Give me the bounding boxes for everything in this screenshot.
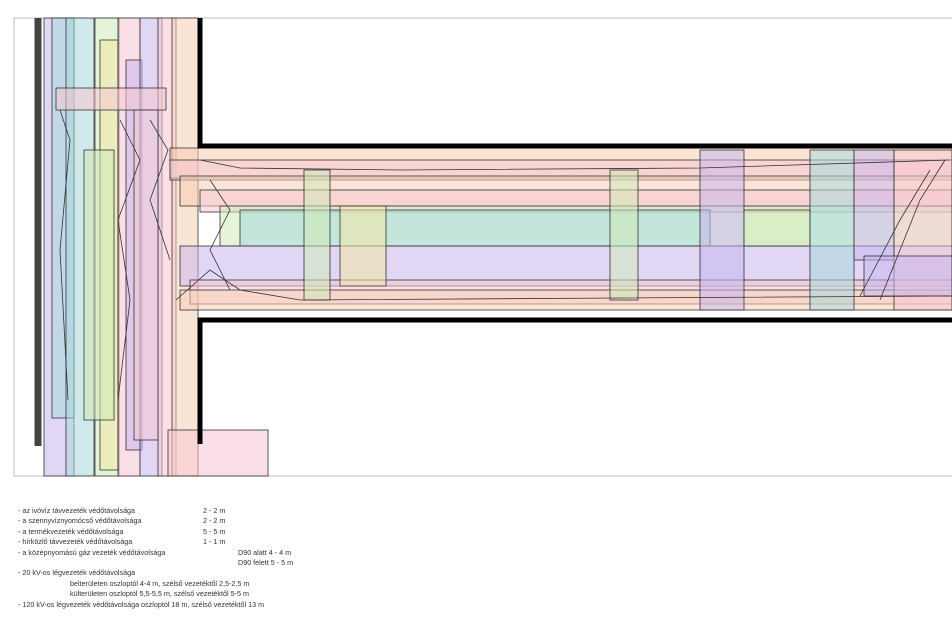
zone-band [303,169,331,301]
legend: - az ivóvíz távvezeték védőtávolsága 2 -… [18,506,578,610]
zone-band [167,429,269,477]
legend-label: - a középnyomású gáz vezeték védőtávolsá… [18,547,166,557]
legend-value: 2 - 2 m [203,506,226,515]
legend-label: - 20 kV-os légvezeték védőtávolsága [18,568,136,578]
legend-row-gas-2: D90 felett 5 - 5 m [18,558,578,568]
legend-label: - az ivóvíz távvezeték védőtávolsága [18,506,136,515]
legend-label: - 120 kV-os légvezeték védőtávolsága osz… [18,599,265,609]
zone-band [83,149,115,421]
legend-value: 5 - 5 m [203,526,226,536]
legend-row-20kv-inner: belterületen oszloptól 4-4 m, szélső vez… [18,579,578,589]
legend-row: - a szennyvíznyomócső védőtávolsága 2 - … [18,516,578,526]
legend-row: - az ivóvíz távvezeték védőtávolsága 2 -… [18,506,578,516]
legend-value: D90 alatt 4 - 4 m [238,547,292,557]
utility-protection-zone-map [13,17,952,477]
legend-value: belterületen oszloptól 4-4 m, szélső vez… [70,578,250,588]
legend-value: 2 - 2 m [203,516,226,526]
legend-row: - a termékvezeték védőtávolsága 5 - 5 m [18,527,578,537]
legend-row: - hírközlő távvezeték védőtávolsága 1 - … [18,537,578,547]
zone-band [863,255,952,297]
legend-row-20kv-outer: külterületen oszloptól 5,5-5,5 m, szélső… [18,589,578,599]
legend-label: - a szennyvíznyomócső védőtávolsága [18,516,142,526]
road-edge-upper [197,18,952,149]
legend-row-120kv: - 120 kV-os légvezeték védőtávolsága osz… [18,600,578,610]
legend-row-gas: - a középnyomású gáz vezeték védőtávolsá… [18,548,578,558]
legend-row-20kv: - 20 kV-os légvezeték védőtávolsága [18,568,578,578]
zone-band [339,205,387,287]
zone-band [699,149,745,311]
zone-band [133,109,159,441]
horizontal-corridor-zones [169,147,952,311]
zone-band [55,87,167,111]
legend-value: külterületen oszloptól 5,5-5,5 m, szélső… [70,589,249,599]
zone-band [809,149,855,311]
legend-value: 1 - 1 m [203,537,226,547]
zone-band [609,169,639,301]
road-edge-lower [197,317,952,444]
legend-label: - a termékvezeték védőtávolsága [18,526,124,536]
zone-band [743,209,811,247]
legend-value: D90 felett 5 - 5 m [238,557,294,567]
legend-label: - hírközlő távvezeték védőtávolsága [18,537,133,547]
